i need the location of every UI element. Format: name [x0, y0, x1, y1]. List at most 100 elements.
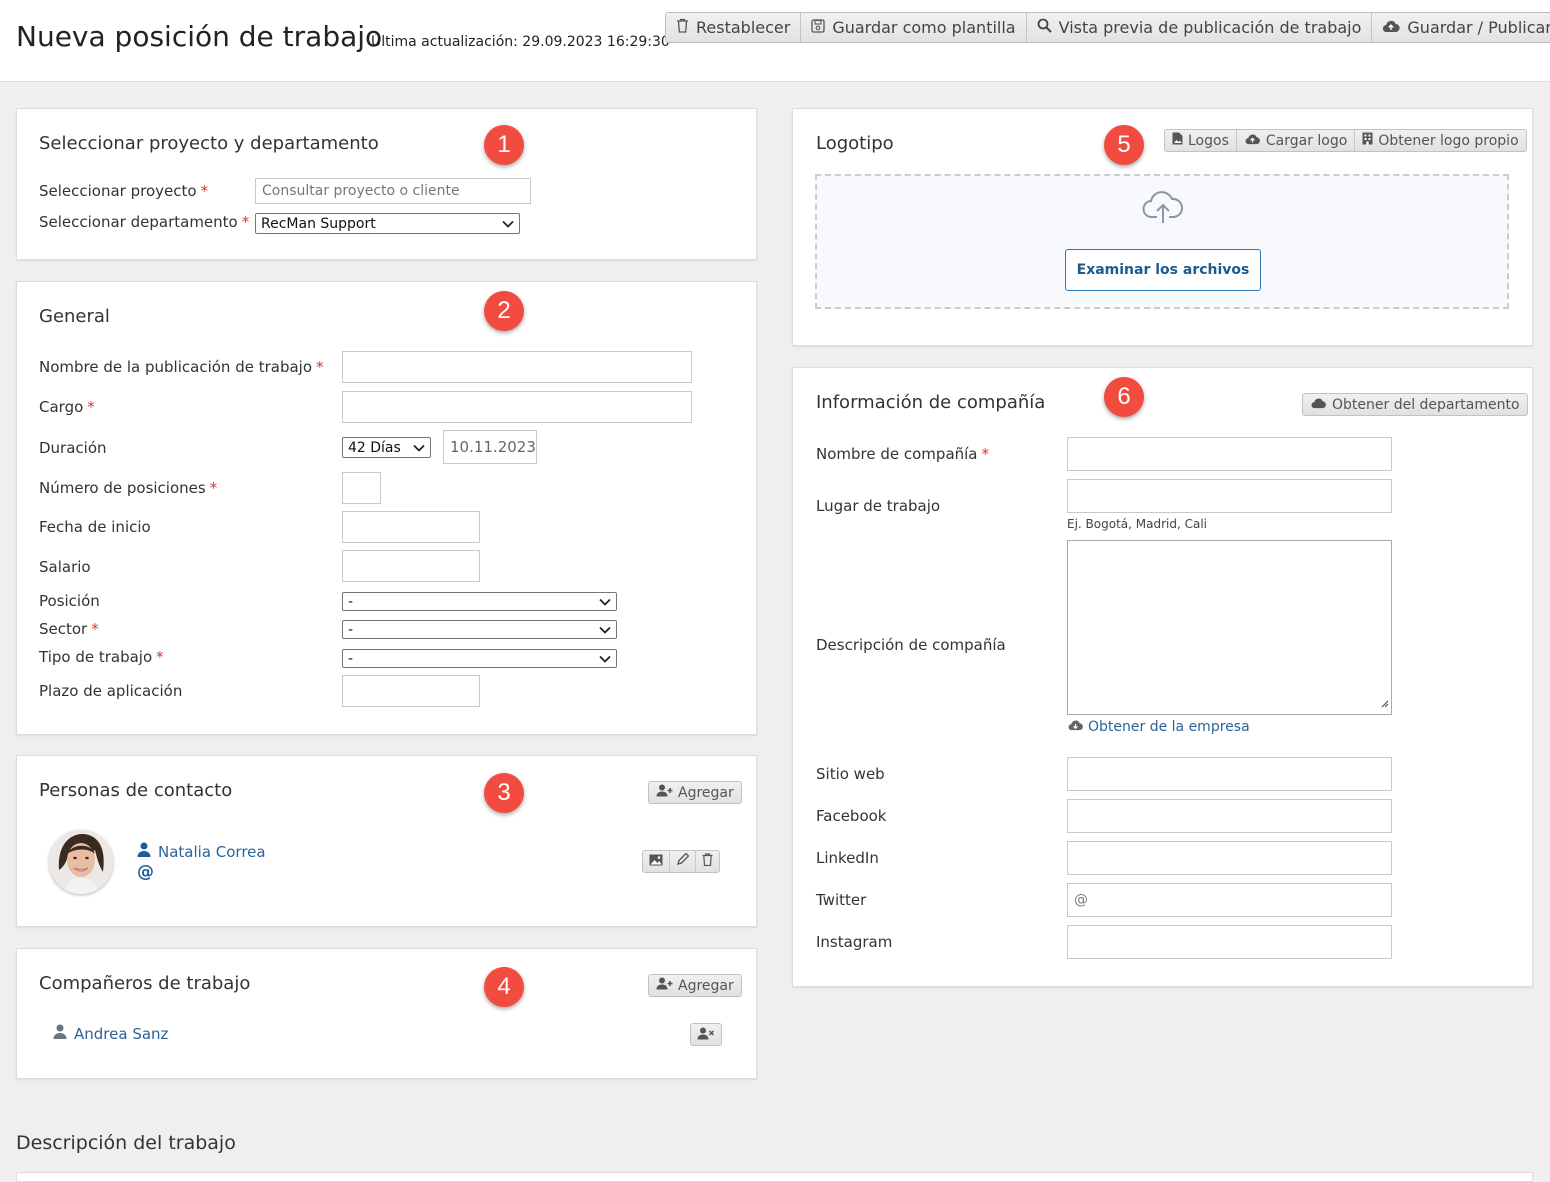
step-badge-2: 2 [484, 291, 524, 331]
deadline-input[interactable] [342, 675, 480, 707]
floppy-icon [811, 18, 825, 37]
step-badge-6: 6 [1104, 377, 1144, 417]
job-name-input[interactable] [342, 351, 692, 383]
cloud-download-icon [1310, 397, 1327, 413]
contact-actions [642, 850, 720, 873]
coworkers-panel: Compañeros de trabajo 4 Agregar Andrea S… [16, 948, 757, 1079]
job-type-select[interactable]: - [342, 649, 617, 668]
salary-label: Salario [39, 558, 91, 576]
salary-input[interactable] [342, 550, 480, 582]
project-search-input[interactable]: Consultar proyecto o cliente [255, 178, 531, 204]
main-toolbar: Restablecer Guardar como plantilla Vista… [665, 12, 1550, 43]
add-coworker-button[interactable]: Agregar [648, 974, 742, 997]
sector-select[interactable]: - [342, 620, 617, 639]
workplace-hint: Ej. Bogotá, Madrid, Cali [1067, 517, 1208, 531]
chevron-down-icon [599, 622, 611, 638]
contact-name-link[interactable]: Natalia Correa [137, 842, 266, 861]
logo-panel-title: Logotipo [816, 133, 894, 154]
page-title: Nueva posición de trabajo [16, 20, 383, 53]
logo-dropzone[interactable]: Examinar los archivos [815, 174, 1509, 309]
general-panel: General 2 Nombre de la publicación de tr… [16, 281, 757, 735]
trash-icon [676, 18, 689, 37]
logo-panel: Logotipo 5 Logos Cargar logo Obtener log… [792, 108, 1533, 346]
browse-files-button[interactable]: Examinar los archivos [1065, 249, 1261, 291]
contact-email-icon[interactable]: @ [137, 862, 154, 882]
step-badge-3: 3 [484, 773, 524, 813]
contacts-panel: Personas de contacto 3 Agregar Natalia C… [16, 755, 757, 927]
workplace-label: Lugar de trabajo [816, 497, 941, 515]
step-badge-4: 4 [484, 967, 524, 1007]
cloud-upload-icon [1244, 133, 1261, 149]
chevron-down-icon [599, 651, 611, 667]
contact-edit-button[interactable] [670, 851, 696, 872]
contacts-panel-title: Personas de contacto [39, 780, 233, 801]
department-select[interactable]: RecMan Support [255, 213, 520, 234]
project-label: Seleccionar proyecto * [39, 182, 209, 200]
resize-handle-icon[interactable] [1380, 693, 1389, 712]
coworkers-panel-title: Compañeros de trabajo [39, 973, 251, 994]
facebook-input[interactable] [1067, 799, 1392, 833]
cloud-upload-outline-icon [1141, 190, 1185, 228]
job-description-title: Descripción del trabajo [16, 1132, 236, 1154]
remove-coworker-button[interactable] [690, 1023, 722, 1046]
instagram-input[interactable] [1067, 925, 1392, 959]
deadline-label: Plazo de aplicación [39, 682, 183, 700]
company-name-input[interactable] [1067, 437, 1392, 471]
linkedin-input[interactable] [1067, 841, 1392, 875]
project-panel-title: Seleccionar proyecto y departamento [39, 133, 379, 154]
contact-avatar [49, 830, 113, 894]
upload-logo-button[interactable]: Cargar logo [1237, 130, 1356, 151]
duration-label: Duración [39, 439, 107, 457]
workplace-input[interactable] [1067, 479, 1392, 513]
job-name-label: Nombre de la publicación de trabajo * [39, 358, 324, 376]
cloud-upload-icon [1382, 18, 1401, 37]
department-label: Seleccionar departamento * [39, 213, 250, 231]
from-company-link[interactable]: Obtener de la empresa [1067, 719, 1250, 735]
start-date-input[interactable] [342, 511, 480, 543]
image-icon [649, 854, 663, 870]
job-type-label: Tipo de trabajo * [39, 648, 164, 666]
instagram-label: Instagram [816, 933, 893, 951]
position-select[interactable]: - [342, 592, 617, 611]
top-bar: Nueva posición de trabajo Última actuali… [0, 0, 1550, 82]
trash-icon [702, 853, 713, 870]
pencil-icon [676, 852, 690, 870]
role-input[interactable] [342, 391, 692, 423]
facebook-label: Facebook [816, 807, 887, 825]
from-department-button[interactable]: Obtener del departamento [1302, 393, 1528, 416]
duration-date-input[interactable]: 10.11.2023 [443, 430, 537, 464]
save-publish-button[interactable]: Guardar / Publicar [1372, 13, 1550, 42]
contact-image-button[interactable] [643, 851, 670, 872]
search-icon [1037, 18, 1052, 37]
save-template-button[interactable]: Guardar como plantilla [801, 13, 1027, 42]
user-icon [137, 842, 151, 861]
preview-button[interactable]: Vista previa de publicación de trabajo [1026, 13, 1373, 42]
file-image-icon [1172, 132, 1183, 149]
position-label: Posición [39, 592, 100, 610]
twitter-input[interactable]: @ [1067, 883, 1392, 917]
sector-label: Sector * [39, 620, 99, 638]
company-description-label: Descripción de compañía [816, 636, 1006, 654]
user-icon [53, 1024, 67, 1043]
add-contact-button[interactable]: Agregar [648, 781, 742, 804]
building-icon [1362, 132, 1373, 149]
reset-button[interactable]: Restablecer [666, 13, 802, 42]
positions-count-label: Número de posiciones * [39, 479, 218, 497]
cloud-download-icon [1067, 719, 1084, 735]
website-label: Sitio web [816, 765, 885, 783]
positions-count-input[interactable] [342, 472, 381, 504]
last-update-text: Última actualización: 29.09.2023 16:29:3… [371, 34, 670, 50]
website-input[interactable] [1067, 757, 1392, 791]
coworker-name-link[interactable]: Andrea Sanz [53, 1024, 168, 1043]
logos-button[interactable]: Logos [1165, 130, 1237, 151]
company-name-label: Nombre de compañía * [816, 445, 989, 463]
job-description-panel-edge [16, 1172, 1533, 1182]
chevron-down-icon [502, 216, 514, 232]
company-description-textarea[interactable] [1067, 540, 1392, 715]
own-logo-button[interactable]: Obtener logo propio [1355, 130, 1525, 151]
duration-select[interactable]: 42 Días [342, 437, 431, 458]
logo-actions: Logos Cargar logo Obtener logo propio [1164, 129, 1527, 152]
general-panel-title: General [39, 306, 110, 327]
contact-delete-button[interactable] [696, 851, 719, 872]
company-panel-title: Información de compañía [816, 392, 1046, 413]
